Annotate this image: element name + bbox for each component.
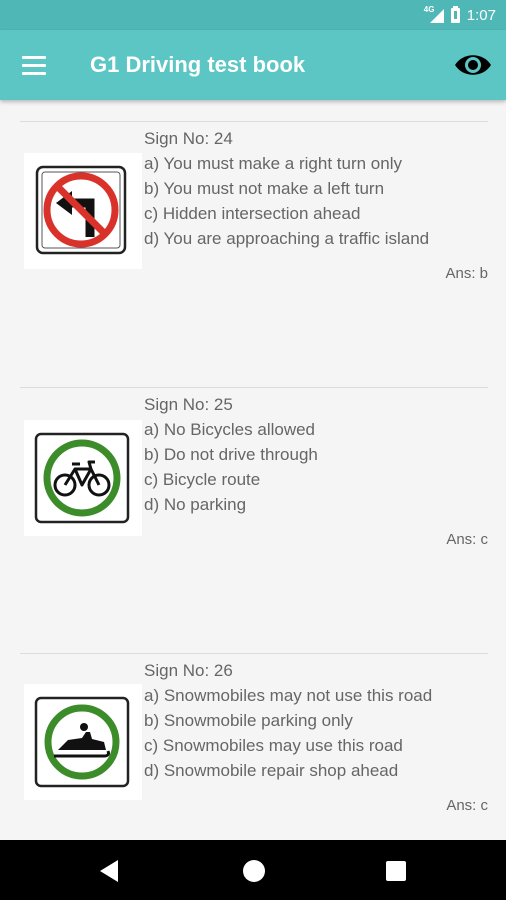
sign-number: Sign No: 24 [144,129,233,148]
answer-label: Ans: c [446,797,488,814]
answer-label: Ans: b [445,265,488,282]
eye-icon [455,55,491,75]
answer-label: Ans: c [446,531,488,548]
question-card: Sign No: 24 a) You must make a right tur… [20,121,488,387]
app-title: G1 Driving test book [90,52,306,77]
show-answers-button[interactable] [454,50,492,80]
navigation-bar [0,840,506,900]
back-icon[interactable] [100,860,118,882]
option-a: a) No Bicycles allowed [144,420,316,439]
snowmobile-route-sign-icon [34,696,130,788]
option-b: b) Do not drive through [144,445,318,464]
app-bar: G1 Driving test book [0,30,506,100]
option-c: c) Bicycle route [144,470,261,489]
option-d: d) Snowmobile repair shop ahead [144,761,399,780]
signal-icon: 4G [424,5,444,23]
sign-number: Sign No: 25 [144,395,233,414]
clock: 1:07 [466,6,496,24]
status-icons: 4G 1:07 [424,0,496,30]
option-b: b) You must not make a left turn [144,179,385,198]
menu-button[interactable] [22,54,48,76]
question-text: Sign No: 24 a) You must make a right tur… [144,126,429,251]
sign-image [24,153,142,269]
recent-apps-icon[interactable] [386,861,406,881]
question-card: Sign No: 26 a) Snowmobiles may not use t… [20,653,488,840]
question-card: Sign No: 25 a) No Bicycles allowed b) Do… [20,387,488,653]
home-icon[interactable] [243,860,265,882]
question-text: Sign No: 26 a) Snowmobiles may not use t… [144,658,432,783]
bicycle-route-sign-icon [34,432,130,524]
battery-icon [450,5,460,23]
option-b: b) Snowmobile parking only [144,711,353,730]
question-text: Sign No: 25 a) No Bicycles allowed b) Do… [144,392,318,517]
option-c: c) Snowmobiles may use this road [144,736,403,755]
option-d: d) You are approaching a traffic island [144,229,430,248]
option-a: a) You must make a right turn only [144,154,402,173]
sign-image [24,420,142,536]
option-c: c) Hidden intersection ahead [144,204,361,223]
sign-number: Sign No: 26 [144,661,233,680]
sign-image [24,684,142,800]
option-a: a) Snowmobiles may not use this road [144,686,433,705]
status-bar: 4G 1:07 [0,0,506,30]
option-d: d) No parking [144,495,247,514]
no-left-turn-sign-icon [35,165,127,255]
question-list[interactable]: Sign No: 24 a) You must make a right tur… [0,100,506,840]
